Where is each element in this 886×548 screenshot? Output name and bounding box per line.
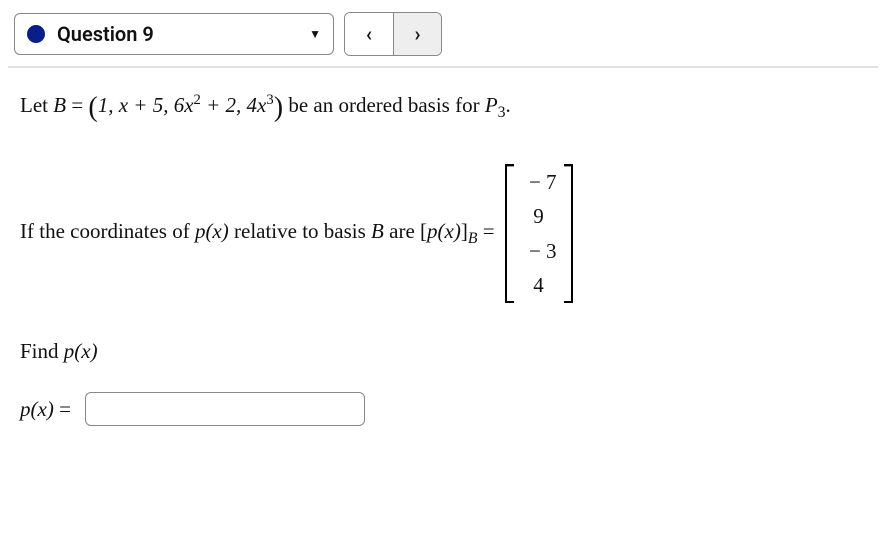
find-line: Find p(x) <box>20 339 866 364</box>
exp-2: 2 <box>194 92 201 108</box>
text-suffix: be an ordered basis for <box>283 93 485 117</box>
bracket-close: ] <box>461 219 468 243</box>
var-p-of-x-2: p(x) <box>427 219 461 243</box>
question-label: Question 9 <box>57 22 154 46</box>
question-selector[interactable]: Question 9 ▼ <box>14 13 334 55</box>
var-B: B <box>53 93 66 117</box>
basis-definition-line: Let B = (1, x + 5, 6x2 + 2, 4x3) be an o… <box>20 92 866 124</box>
nav-group: ‹ › <box>344 12 442 56</box>
status-dot-icon <box>27 25 45 43</box>
sub-B: B <box>468 230 478 247</box>
basis-terms-2: + 2, 4x <box>201 93 267 117</box>
coordinate-vector: − 7 9 − 3 4 <box>505 164 573 303</box>
left-bracket-icon <box>505 164 515 303</box>
answer-row: p(x) = <box>20 392 866 426</box>
var-p-of-x-3: p(x) <box>64 339 98 363</box>
coordinates-line: If the coordinates of p(x) relative to b… <box>20 164 866 303</box>
answer-label: p(x) = <box>20 397 71 422</box>
vector-entry-2: − 3 <box>521 237 557 265</box>
text-coords-mid2: are <box>384 219 420 243</box>
question-content: Let B = (1, x + 5, 6x2 + 2, 4x3) be an o… <box>8 68 878 438</box>
bracket-open: [ <box>420 219 427 243</box>
answer-input[interactable] <box>85 392 365 426</box>
text-eq-2: = <box>477 219 494 243</box>
text-let: Let <box>20 93 53 117</box>
vector-entry-1: 9 <box>521 202 557 230</box>
prev-button[interactable]: ‹ <box>345 13 393 55</box>
var-p-of-x-4: p(x) <box>20 397 54 421</box>
paren-close: ) <box>274 92 283 123</box>
var-P: P <box>485 93 498 117</box>
text-coords-mid: relative to basis <box>229 219 371 243</box>
chevron-right-icon: › <box>414 22 420 46</box>
text-find: Find <box>20 339 64 363</box>
vector-entry-0: − 7 <box>521 168 557 196</box>
var-p-of-x: p(x) <box>195 219 229 243</box>
text-eq: = <box>66 93 88 117</box>
sub-3: 3 <box>498 104 506 121</box>
chevron-left-icon: ‹ <box>366 22 372 46</box>
toolbar: Question 9 ▼ ‹ › <box>8 8 878 68</box>
basis-terms-1: 1, x + 5, 6x <box>98 93 194 117</box>
coords-text: If the coordinates of p(x) relative to b… <box>20 219 495 248</box>
paren-open: ( <box>88 92 97 123</box>
question-selector-left: Question 9 <box>27 22 154 46</box>
vector-entry-3: 4 <box>521 271 557 299</box>
var-B-2: B <box>371 219 384 243</box>
vector-column: − 7 9 − 3 4 <box>515 164 563 303</box>
right-bracket-icon <box>563 164 573 303</box>
next-button[interactable]: › <box>393 13 441 55</box>
text-coords-prefix: If the coordinates of <box>20 219 195 243</box>
text-period: . <box>506 93 511 117</box>
exp-3: 3 <box>266 92 273 108</box>
chevron-down-icon: ▼ <box>309 27 321 41</box>
